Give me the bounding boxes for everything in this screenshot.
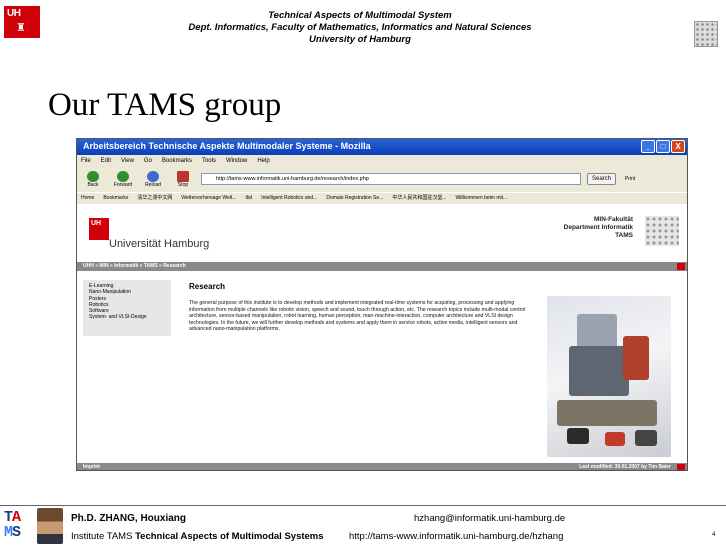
dept-line-1: MIN-Fakultät <box>594 216 633 223</box>
page-footer-bar: Imprint Last modified: 30.01.2007 by Tim… <box>77 463 687 470</box>
tams-dot-logo <box>694 21 718 47</box>
minimize-button[interactable]: _ <box>641 140 655 153</box>
institute-prefix: Institute TAMS <box>71 531 136 542</box>
university-name: Universität Hamburg <box>109 238 210 250</box>
forward-label: Forward <box>113 181 133 188</box>
browser-menubar: File Edit View Go Bookmarks Tools Window… <box>77 156 687 167</box>
page-tams-logo <box>645 216 679 246</box>
department-info: MIN-Fakultät Department Informatik TAMS <box>564 216 633 240</box>
menu-help[interactable]: Help <box>257 156 269 167</box>
menu-go[interactable]: Go <box>144 156 152 167</box>
institute-name: Technical Aspects of Multimodal Systems <box>135 531 324 542</box>
menu-view[interactable]: View <box>121 156 134 167</box>
header-line-3: University of Hamburg <box>309 34 411 45</box>
page-uhh-logo[interactable]: UH <box>89 218 109 240</box>
reload-label: Reload <box>145 181 161 188</box>
uhh-logo-text: UH <box>7 8 21 19</box>
tams-letter: M <box>4 524 13 541</box>
back-label: Back <box>87 181 99 188</box>
bookmark-item[interactable]: Domain Registration Se... <box>326 193 383 203</box>
author-photo <box>37 508 63 544</box>
menu-edit[interactable]: Edit <box>101 156 111 167</box>
close-square-icon[interactable] <box>677 263 685 270</box>
reload-icon <box>147 170 159 182</box>
bookmarks-toolbar: Home Bookmarks 清华之漫中文网 Wettervorhersage … <box>77 192 687 203</box>
header-line-1: Technical Aspects of Multimodal System <box>268 10 452 21</box>
stop-button[interactable]: Stop <box>171 170 195 188</box>
menu-file[interactable]: File <box>81 156 91 167</box>
maximize-button[interactable]: □ <box>656 140 670 153</box>
close-square-icon[interactable] <box>677 464 685 470</box>
dept-line-2: Department Informatik <box>563 224 633 231</box>
search-button[interactable]: Search <box>587 173 617 185</box>
bookmark-item[interactable]: ibd <box>246 193 253 203</box>
robot-body-shape <box>569 346 629 396</box>
dept-line-3: TAMS <box>615 232 633 239</box>
header-line-2: Dept. Informatics, Faculty of Mathematic… <box>188 22 532 33</box>
menu-bookmarks[interactable]: Bookmarks <box>162 156 192 167</box>
small-robot-shape <box>635 430 657 446</box>
browser-screenshot: Arbeitsbereich Technische Aspekte Multim… <box>76 138 688 471</box>
web-page: UH Universität Hamburg MIN-Fakultät Depa… <box>77 204 687 470</box>
small-robot-shape <box>567 428 589 444</box>
page-number: 4 <box>712 532 716 538</box>
robot-arm-shape <box>623 336 649 380</box>
back-arrow-icon <box>87 170 99 182</box>
tams-letter-logo: TA MS <box>4 510 21 541</box>
footer-divider <box>0 505 726 506</box>
window-controls: _ □ X <box>641 140 685 153</box>
reload-button[interactable]: Reload <box>141 170 165 188</box>
stop-icon <box>177 170 189 182</box>
uhh-logo: UH ♜ <box>4 6 40 38</box>
breadcrumb-text[interactable]: UHH » MIN » Informatik » TAMS » Research <box>83 263 186 269</box>
bookmark-item[interactable]: Willkommen beim mit... <box>456 193 508 203</box>
back-button[interactable]: Back <box>81 170 105 188</box>
bookmark-item[interactable]: Wettervorhersage Welt... <box>181 193 236 203</box>
slide-title: Our TAMS group <box>48 87 282 123</box>
imprint-link[interactable]: Imprint <box>83 464 100 470</box>
browser-window-title: Arbeitsbereich Technische Aspekte Multim… <box>83 141 371 151</box>
page-heading: Research <box>189 282 226 291</box>
side-menu-item[interactable]: System- and VLSI-Design <box>89 314 165 320</box>
tams-letter: S <box>12 524 21 541</box>
menu-tools[interactable]: Tools <box>202 156 216 167</box>
browser-titlebar: Arbeitsbereich Technische Aspekte Multim… <box>77 139 687 155</box>
robot-head-shape <box>577 314 617 348</box>
bookmark-item[interactable]: 清华之漫中文网 <box>137 193 172 203</box>
side-menu: E-Learning Nano-Manipulation Posters Rob… <box>83 280 171 336</box>
last-modified: Last modified: 30.01.2007 by Tim Baier <box>579 464 671 470</box>
author-name: Ph.D. ZHANG, Houxiang <box>71 513 186 524</box>
url-bar[interactable]: http://tams-www.informatik.uni-hamburg.d… <box>201 173 581 185</box>
print-button[interactable]: Print <box>622 176 638 182</box>
stop-label: Stop <box>177 181 189 188</box>
bookmark-item[interactable]: Home <box>81 193 94 203</box>
bookmark-item[interactable]: 中华人民共和国驻汉堡... <box>392 193 446 203</box>
institute-line: Institute TAMS Technical Aspects of Mult… <box>71 531 324 542</box>
bookmark-item[interactable]: Intelligent Robotics and... <box>261 193 317 203</box>
hamburg-castle-icon: ♜ <box>16 22 26 34</box>
robot-base-shape <box>557 400 657 426</box>
small-robot-shape <box>605 432 625 446</box>
forward-arrow-icon <box>117 170 129 182</box>
robot-photo <box>547 296 671 457</box>
author-email: hzhang@informatik.uni-hamburg.de <box>414 513 566 524</box>
page-body-text: The general purpose of this institute is… <box>189 300 526 333</box>
browser-navbar: Back Forward Reload Stop http://tams-www… <box>77 167 687 191</box>
forward-button[interactable]: Forward <box>111 170 135 188</box>
close-button[interactable]: X <box>671 140 685 153</box>
bookmark-item[interactable]: Bookmarks <box>103 193 128 203</box>
menu-window[interactable]: Window <box>226 156 247 167</box>
slide: UH ♜ Technical Aspects of Multimodal Sys… <box>0 0 726 547</box>
slide-header: Technical Aspects of Multimodal System D… <box>120 10 600 46</box>
author-website: http://tams-www.informatik.uni-hamburg.d… <box>349 531 564 542</box>
breadcrumb: UHH » MIN » Informatik » TAMS » Research <box>77 262 687 271</box>
